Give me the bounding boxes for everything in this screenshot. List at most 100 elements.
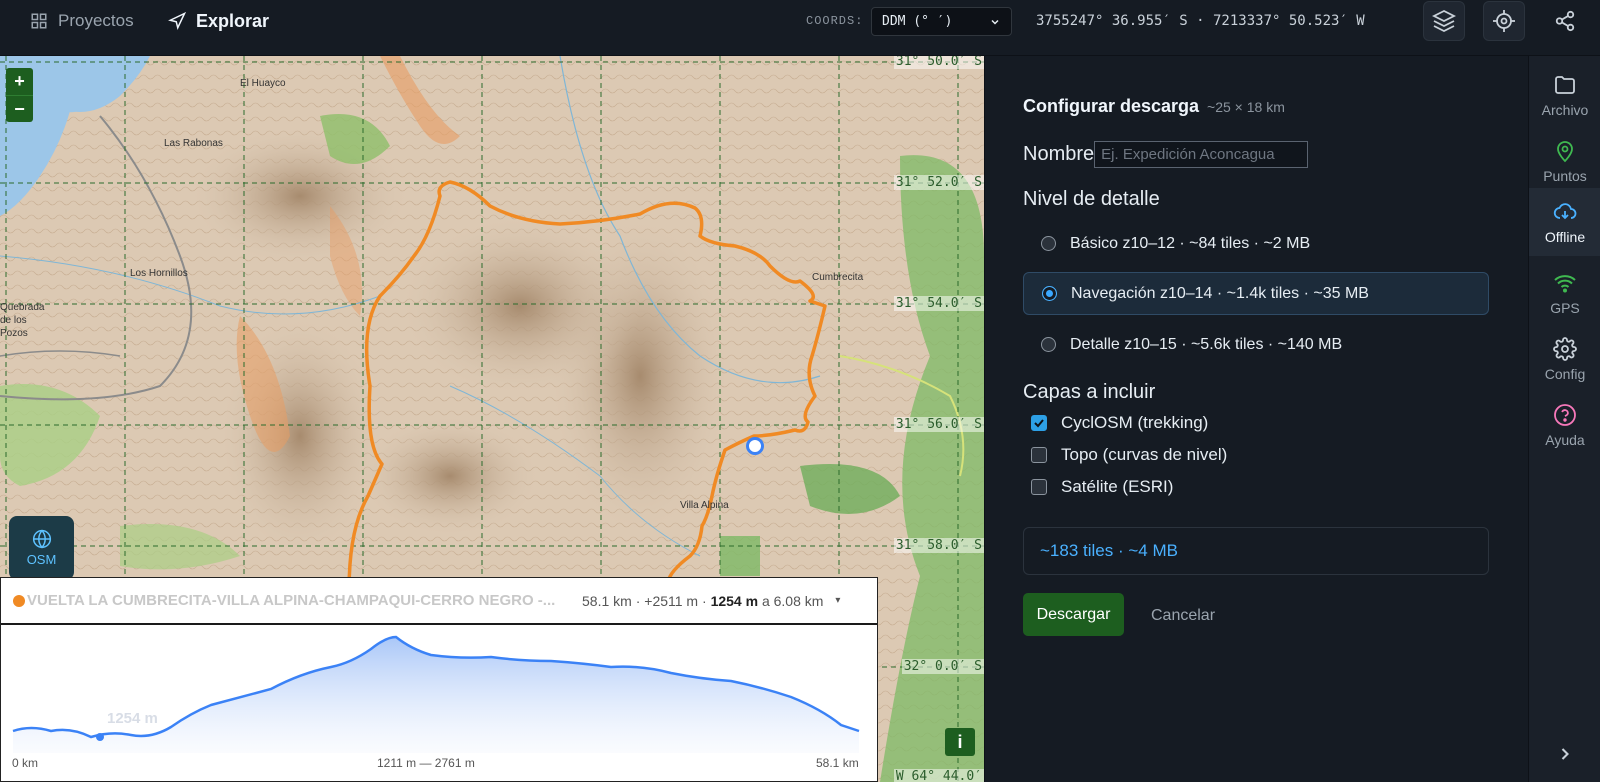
- layer-label: Satélite (ESRI): [1061, 477, 1174, 496]
- place-label: Cumbrecita: [812, 272, 864, 283]
- axis-range-label: 1211 m — 2761 m: [377, 756, 475, 770]
- locate-button[interactable]: [1483, 1, 1525, 41]
- tab-proyectos[interactable]: Proyectos: [30, 0, 134, 42]
- rail-label: GPS: [1550, 299, 1580, 316]
- layers-heading: Capas a incluir: [1023, 381, 1156, 403]
- layers-button[interactable]: [1423, 1, 1465, 41]
- basemap-button[interactable]: OSM: [9, 516, 74, 580]
- rail-label: Offline: [1544, 228, 1586, 245]
- right-rail: Archivo Puntos Offline GPS Config Ayuda: [1528, 56, 1600, 782]
- radio-button[interactable]: [1041, 337, 1056, 352]
- name-input[interactable]: [1094, 141, 1309, 168]
- offline-download-panel: Configurar descarga ~25 × 18 km Nombre Ni…: [984, 56, 1528, 782]
- axis-start-label: 0 km: [12, 756, 39, 770]
- elevation-header[interactable]: VUELTA LA CUMBRECITA-VILLA ALPINA-CHAMPA…: [1, 578, 877, 625]
- layers-icon: [1432, 9, 1456, 33]
- chevron-down-icon: [991, 19, 999, 25]
- detail-option-label: Básico z10–12 · ~84 tiles · ~2 MB: [1070, 234, 1311, 252]
- elevation-panel: VUELTA LA CUMBRECITA-VILLA ALPINA-CHAMPA…: [0, 577, 878, 782]
- tab-label: Proyectos: [58, 11, 134, 30]
- checkbox[interactable]: [1031, 447, 1047, 463]
- cursor-elevation: 1254 m: [710, 592, 759, 609]
- rail-item-archivo[interactable]: Archivo: [1529, 62, 1600, 128]
- lat-label: 31° 52.0′ S: [893, 175, 984, 190]
- lon-label: W 64° 44.0′: [893, 769, 984, 782]
- place-label: Quebrada de los Pozos: [0, 302, 45, 339]
- check-icon: [1034, 419, 1044, 428]
- lat-label: 31° 58.0′ S: [893, 538, 984, 553]
- coords-label: COORDS:: [806, 14, 864, 28]
- cursor-position: a 6.08 km: [761, 592, 824, 609]
- rail-label: Ayuda: [1545, 431, 1585, 448]
- coords-format-select[interactable]: DDM (° ′): [871, 7, 1012, 36]
- map-pin-icon: [1557, 140, 1573, 162]
- crosshair-icon: [1493, 10, 1515, 32]
- grid-icon: [31, 13, 47, 29]
- tab-explorar[interactable]: Explorar: [168, 0, 269, 42]
- coords-format-value: DDM (° ′): [882, 14, 953, 29]
- rail-item-ayuda[interactable]: Ayuda: [1529, 392, 1600, 458]
- elevation-cursor-label: 1254 m: [107, 710, 158, 727]
- navigation-arrow-icon: [168, 12, 186, 30]
- name-field-row: Nombre: [1023, 141, 1309, 168]
- place-label: Los Hornillos: [130, 268, 188, 279]
- axis-end-label: 58.1 km: [816, 756, 859, 770]
- wifi-signal-icon: [1554, 274, 1576, 292]
- route-color-dot: [13, 594, 25, 607]
- info-button[interactable]: i: [945, 728, 975, 756]
- radio-button[interactable]: [1041, 236, 1056, 251]
- coords-readout: 3755247° 36.955′ S · 7213337° 50.523′ W: [1036, 13, 1365, 29]
- elevation-chart[interactable]: [1, 627, 877, 757]
- route-name: VUELTA LA CUMBRECITA-VILLA ALPINA-CHAMPA…: [27, 592, 556, 609]
- name-label: Nombre: [1023, 143, 1095, 165]
- layer-option-satelite[interactable]: Satélite (ESRI): [1031, 477, 1173, 497]
- zoom-out-button[interactable]: −: [6, 95, 33, 122]
- lat-label: 31° 50.0′ S: [893, 56, 984, 69]
- download-button[interactable]: Descargar: [1023, 593, 1124, 636]
- rail-label: Archivo: [1541, 101, 1589, 118]
- help-circle-icon: [1554, 403, 1576, 426]
- rail-item-gps[interactable]: GPS: [1529, 260, 1600, 326]
- folder-icon: [1555, 75, 1575, 94]
- detail-option-navegacion[interactable]: Navegación z10–14 · ~1.4k tiles · ~35 MB: [1023, 272, 1489, 315]
- basemap-label: OSM: [26, 552, 57, 567]
- radio-button-selected[interactable]: [1042, 286, 1057, 301]
- chevron-right-icon[interactable]: [1555, 744, 1575, 764]
- tab-label: Explorar: [196, 10, 270, 31]
- cloud-download-icon: [1553, 202, 1577, 219]
- detail-option-label: Detalle z10–15 · ~5.6k tiles · ~140 MB: [1070, 335, 1343, 353]
- cancel-button[interactable]: Cancelar: [1151, 607, 1215, 625]
- layer-option-topo[interactable]: Topo (curvas de nivel): [1031, 445, 1227, 465]
- zoom-control: + −: [6, 68, 33, 122]
- detail-option-detalle[interactable]: Detalle z10–15 · ~5.6k tiles · ~140 MB: [1023, 323, 1489, 366]
- rail-label: Config: [1544, 365, 1586, 382]
- chevron-down-icon[interactable]: ▾: [835, 595, 840, 606]
- rail-item-offline[interactable]: Offline: [1529, 188, 1600, 256]
- download-summary: ~183 tiles · ~4 MB: [1023, 527, 1489, 575]
- lat-label: 31° 56.0′ S: [893, 417, 984, 432]
- detail-option-basico[interactable]: Básico z10–12 · ~84 tiles · ~2 MB: [1023, 222, 1489, 265]
- rail-item-config[interactable]: Config: [1529, 326, 1600, 392]
- zoom-in-button[interactable]: +: [6, 68, 33, 95]
- layer-label: CyclOSM (trekking): [1061, 413, 1209, 432]
- top-bar: Proyectos Explorar COORDS: DDM (° ′) 375…: [0, 0, 1600, 56]
- route-stats: 58.1 km · +2511 m · 1254 m a 6.08 km: [582, 592, 824, 609]
- route-distance: 58.1 km: [582, 592, 632, 609]
- layer-option-cyclosm[interactable]: CyclOSM (trekking): [1031, 413, 1208, 433]
- panel-subtitle: ~25 × 18 km: [1207, 99, 1285, 115]
- place-label: El Huayco: [240, 78, 286, 89]
- share-icon[interactable]: [1554, 10, 1576, 32]
- panel-title: Configurar descarga ~25 × 18 km: [1023, 96, 1285, 117]
- place-label: Villa Alpina: [680, 500, 729, 511]
- panel-title-text: Configurar descarga: [1023, 96, 1200, 116]
- checkbox[interactable]: [1031, 479, 1047, 495]
- place-label: Las Rabonas: [164, 138, 223, 149]
- position-marker: [746, 437, 764, 455]
- route-gain: +2511 m: [644, 592, 699, 609]
- checkbox-checked[interactable]: [1031, 415, 1047, 431]
- globe-icon: [32, 529, 51, 549]
- rail-item-puntos[interactable]: Puntos: [1529, 128, 1600, 194]
- lat-label: 31° 54.0′ S: [893, 296, 984, 311]
- gear-icon: [1553, 336, 1577, 361]
- rail-label: Puntos: [1543, 167, 1587, 184]
